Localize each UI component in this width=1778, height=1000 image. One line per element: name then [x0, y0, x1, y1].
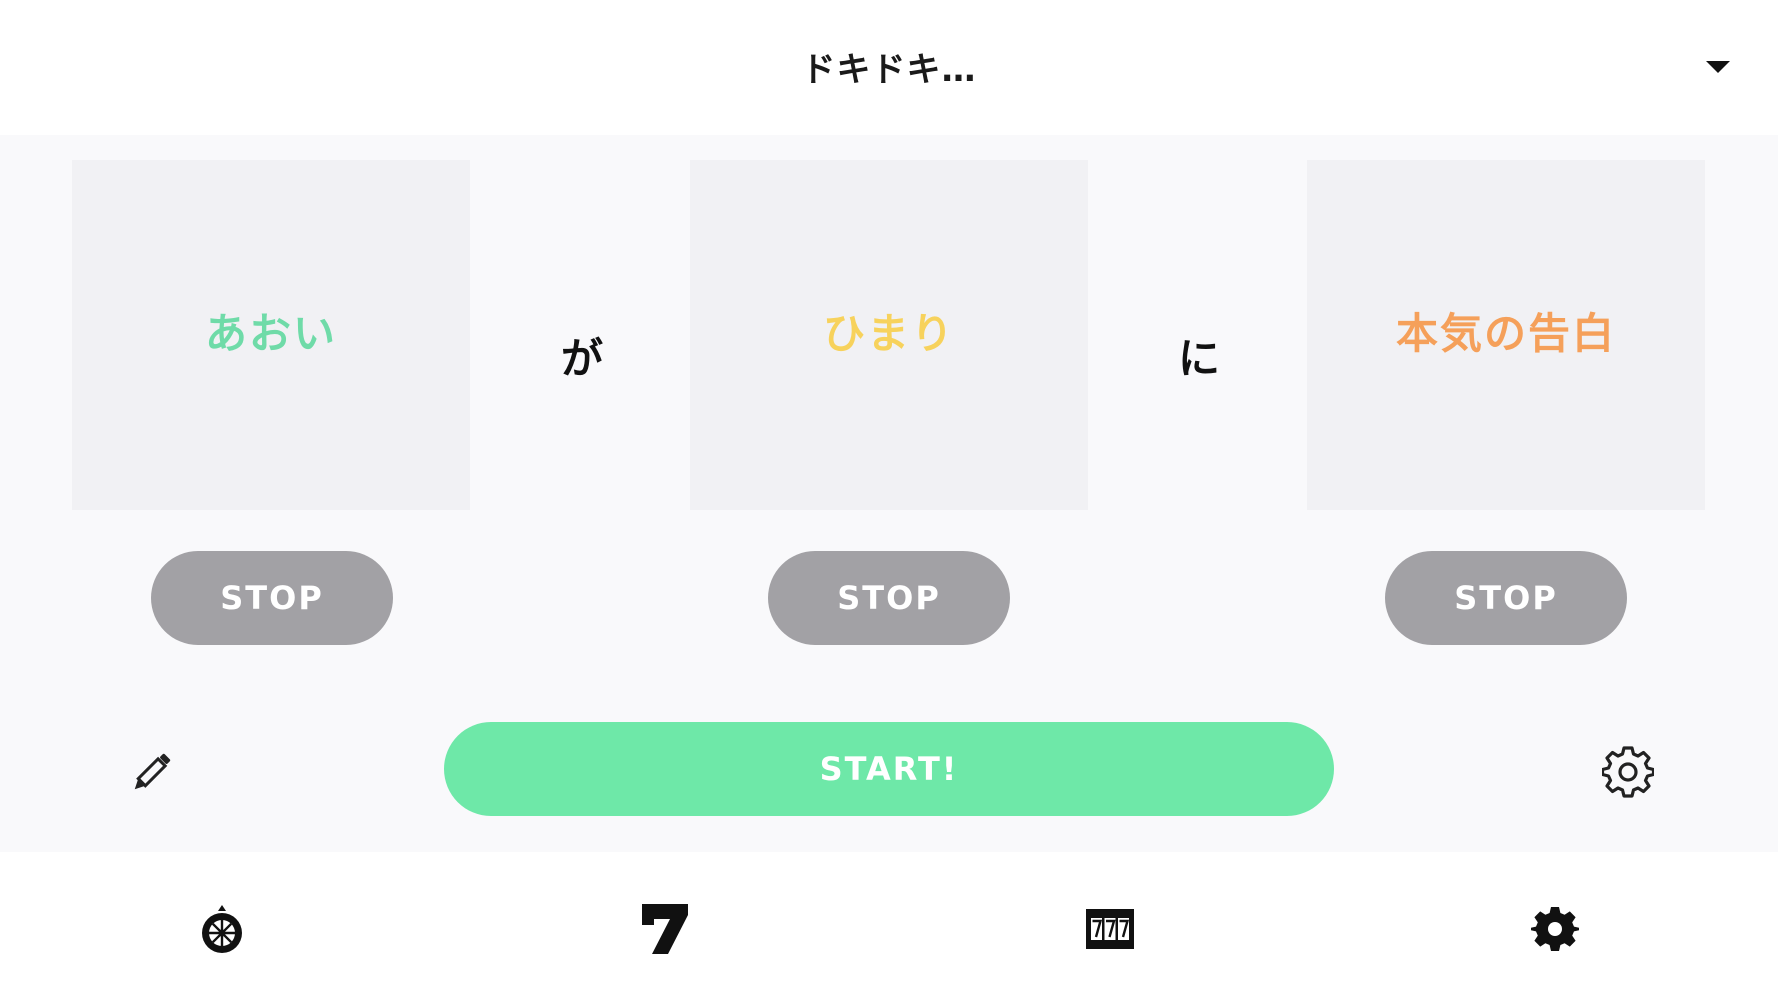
particle-ni: に: [1177, 334, 1220, 383]
pencil-icon[interactable]: [122, 744, 180, 802]
gear-icon: [1531, 907, 1579, 951]
stop-button-2[interactable]: STOP: [768, 551, 1010, 645]
slot-machine-icon: [1086, 909, 1134, 949]
gear-outline-icon[interactable]: [1598, 742, 1658, 802]
tab-settings[interactable]: [1523, 897, 1587, 961]
page-title[interactable]: ドキドキ…: [0, 42, 1778, 91]
tab-roulette[interactable]: [190, 897, 254, 961]
roulette-wheel-icon: [202, 905, 242, 953]
reel-3-text: 本気の告白: [1395, 308, 1616, 358]
header-bar: ドキドキ…: [0, 0, 1778, 135]
tab-lucky-seven[interactable]: [633, 897, 697, 961]
stop-button-1[interactable]: STOP: [151, 551, 393, 645]
start-button[interactable]: START!: [444, 722, 1334, 816]
reel-2-text: ひまり: [822, 308, 955, 358]
caret-down-icon[interactable]: [1706, 61, 1730, 73]
reel-1: あおい: [72, 160, 470, 510]
reel-3: 本気の告白: [1307, 160, 1705, 510]
tab-slot[interactable]: [1078, 897, 1142, 961]
reel-1-text: あおい: [204, 308, 337, 358]
slot-panel: あおい が ひまり に 本気の告白 STOP STOP STOP START!: [0, 135, 1778, 852]
particle-ga: が: [560, 334, 603, 383]
reel-2: ひまり: [690, 160, 1088, 510]
tab-bar: [0, 852, 1778, 1000]
stop-button-3[interactable]: STOP: [1385, 551, 1627, 645]
lucky-seven-icon: [642, 904, 688, 954]
